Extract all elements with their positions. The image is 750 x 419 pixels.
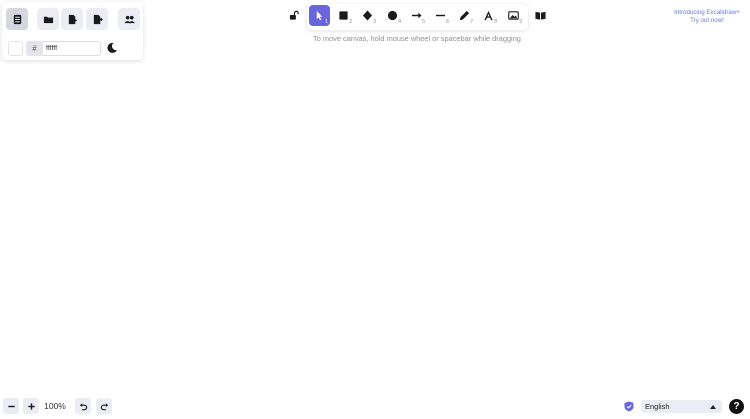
promo-cta[interactable]: Try out now! xyxy=(662,17,750,25)
background-color-input[interactable] xyxy=(43,41,101,56)
tool-key: 3 xyxy=(373,19,376,25)
folder-open-icon xyxy=(43,16,53,23)
promo-title[interactable]: Introducing Excalidraw+ xyxy=(662,9,750,17)
library-book-icon xyxy=(535,11,546,20)
line-icon xyxy=(435,14,446,17)
background-color-swatch[interactable] xyxy=(8,41,23,56)
ellipse-icon xyxy=(387,10,398,21)
arrow-icon xyxy=(411,12,422,19)
tool-key: 6 xyxy=(446,19,449,25)
excalidraw-plus-promo[interactable]: Introducing Excalidraw+ Try out now! xyxy=(662,9,750,25)
text-icon xyxy=(484,10,493,21)
redo-button[interactable] xyxy=(96,398,112,414)
tool-lock[interactable] xyxy=(284,5,305,26)
collaboration-button[interactable] xyxy=(118,8,140,30)
tool-rectangle[interactable]: 2 xyxy=(333,5,354,26)
tool-arrow[interactable]: 5 xyxy=(406,5,427,26)
color-hash-label: # xyxy=(26,41,43,56)
shield-check-icon[interactable] xyxy=(624,401,634,412)
moon-icon[interactable] xyxy=(106,42,118,54)
tool-key: 9 xyxy=(519,19,522,25)
redo-icon xyxy=(100,402,108,410)
tool-image[interactable]: 9 xyxy=(503,5,524,26)
drawing-canvas[interactable] xyxy=(0,0,750,419)
tool-key: 4 xyxy=(398,19,401,25)
canvas-hint: To move canvas, hold mouse wheel or spac… xyxy=(313,34,521,43)
undo-icon xyxy=(79,402,87,410)
hamburger-menu-icon xyxy=(13,14,21,24)
rectangle-icon xyxy=(339,11,348,20)
tool-selection[interactable]: 1 xyxy=(309,5,330,26)
menu-panel: # xyxy=(2,2,143,60)
help-button[interactable]: ? xyxy=(729,399,744,414)
tool-key: 2 xyxy=(349,19,352,25)
export-icon xyxy=(93,14,103,24)
image-icon xyxy=(508,11,519,20)
tool-line[interactable]: 6 xyxy=(430,5,451,26)
export-button[interactable] xyxy=(86,8,108,30)
zoom-level[interactable]: 100% xyxy=(42,399,68,413)
minus-icon xyxy=(7,405,15,407)
tool-draw[interactable]: 7 xyxy=(454,5,475,26)
lock-open-icon xyxy=(289,10,299,20)
collaboration-icon xyxy=(123,15,135,23)
diamond-icon xyxy=(362,10,373,21)
hamburger-menu-button[interactable] xyxy=(6,8,28,30)
save-button[interactable] xyxy=(61,8,83,30)
tool-diamond[interactable]: 3 xyxy=(357,5,378,26)
tool-ellipse[interactable]: 4 xyxy=(382,5,403,26)
plus-icon xyxy=(27,402,35,410)
tool-key: 5 xyxy=(422,19,425,25)
language-value: English xyxy=(645,402,670,411)
open-file-button[interactable] xyxy=(37,8,59,30)
tool-key: 1 xyxy=(325,19,328,25)
tool-key: 7 xyxy=(470,19,473,25)
undo-button[interactable] xyxy=(75,398,91,414)
zoom-in-button[interactable] xyxy=(23,398,39,414)
tool-key: 8 xyxy=(494,19,497,25)
caret-up-icon xyxy=(710,405,716,409)
cursor-icon xyxy=(316,10,323,21)
language-select[interactable]: English xyxy=(641,400,722,413)
pencil-icon xyxy=(459,10,470,21)
tool-library[interactable] xyxy=(530,5,551,26)
tool-text[interactable]: 8 xyxy=(478,5,499,26)
zoom-out-button[interactable] xyxy=(3,398,19,414)
save-icon xyxy=(68,14,77,24)
